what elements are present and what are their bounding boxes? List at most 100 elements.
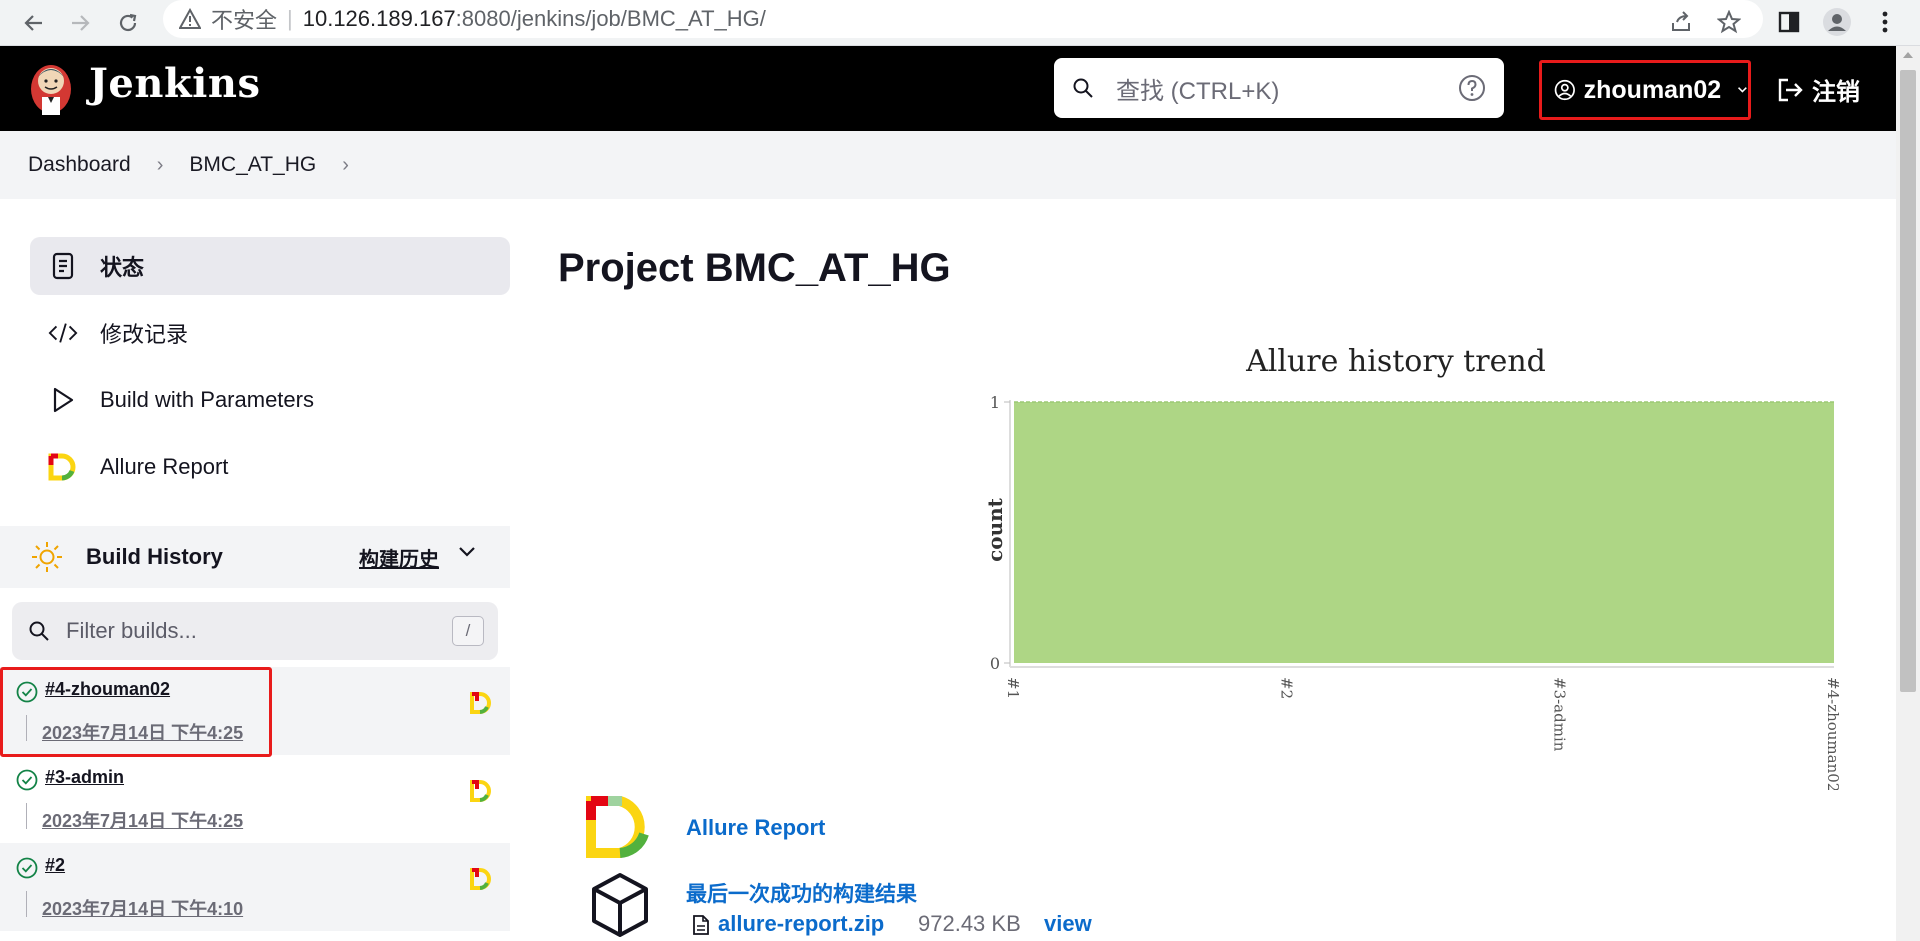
forward-arrow-icon [72, 15, 90, 31]
bookmark-button[interactable] [1712, 5, 1746, 39]
sidebar-item-changes[interactable]: 修改记录 [30, 304, 510, 362]
keyboard-shortcut-badge: / [452, 616, 484, 646]
share-button[interactable] [1664, 5, 1698, 39]
search-box[interactable]: 查找 (CTRL+K) [1054, 58, 1504, 118]
artifact-file-link[interactable]: allure-report.zip [718, 911, 884, 937]
breadcrumb-dashboard[interactable]: Dashboard [28, 153, 131, 177]
sidebar-item-label: Allure Report [100, 454, 229, 479]
build-number-link[interactable]: #2 [45, 855, 65, 876]
sidebar-item-build-with-parameters[interactable]: Build with Parameters [30, 371, 510, 429]
document-icon [48, 251, 78, 281]
chart-x-tick-label: #4-zhouman02 [1824, 677, 1842, 790]
build-row-divider [26, 891, 27, 917]
browser-toolbar: 不安全 | 10.126.189.167:8080/jenkins/job/BM… [0, 0, 1920, 46]
highlight-frame [0, 667, 272, 757]
reload-icon [119, 13, 137, 32]
breadcrumb-dropdown-icon[interactable]: › [342, 154, 349, 177]
chart-x-tick-label: #2 [1277, 677, 1295, 699]
user-menu[interactable]: zhouman02 [1539, 60, 1751, 120]
file-icon [693, 915, 709, 935]
address-bar[interactable]: 不安全 | 10.126.189.167:8080/jenkins/job/BM… [163, 0, 1763, 38]
build-date-link[interactable]: 2023年7月14日 下午4:10 [42, 895, 243, 921]
allure-icon[interactable] [470, 868, 492, 890]
breadcrumb-separator-icon: › [156, 153, 164, 176]
jenkins-title[interactable]: Jenkins [89, 60, 260, 107]
build-trend-link[interactable]: 构建历史 [359, 543, 439, 572]
last-successful-artifacts-link[interactable]: 最后一次成功的构建结果 [686, 878, 917, 908]
code-icon [48, 318, 78, 348]
help-icon[interactable] [1458, 74, 1486, 102]
sidebar-item-status[interactable]: 状态 [30, 237, 510, 295]
forward-button[interactable] [64, 7, 96, 39]
share-icon [1672, 11, 1690, 31]
build-row: #3-admin 2023年7月14日 下午4:25 [0, 755, 510, 843]
filter-builds-field[interactable]: Filter builds... / [12, 602, 498, 660]
build-row: #2 2023年7月14日 下午4:10 [0, 843, 510, 931]
success-check-icon [16, 857, 38, 879]
back-button[interactable] [18, 7, 50, 39]
logout-icon [1778, 78, 1803, 101]
allure-report-link[interactable]: Allure Report [686, 815, 825, 841]
url-separator: | [287, 6, 293, 31]
search-icon [29, 621, 49, 641]
browser-menu-button[interactable] [1868, 5, 1902, 39]
success-check-icon [16, 769, 38, 791]
sidebar-item-label: Build with Parameters [100, 387, 314, 412]
weather-sunny-icon [32, 542, 62, 572]
back-arrow-icon [24, 15, 42, 31]
sidebar: 状态 修改记录 Build with Parameters Allure Rep… [0, 199, 510, 941]
chevron-down-icon [1738, 87, 1748, 93]
build-row-divider [26, 803, 27, 829]
chart-title: Allure history trend [1245, 344, 1546, 379]
url-path: :8080/jenkins/job/BMC_AT_HG/ [455, 6, 766, 31]
sidebar-item-label: 修改记录 [100, 322, 189, 347]
package-icon [592, 873, 648, 937]
profile-avatar-icon [1823, 8, 1851, 36]
sidebar-item-allure-report[interactable]: Allure Report [30, 438, 510, 496]
allure-icon[interactable] [470, 692, 492, 714]
chart-x-tick-label: #3-admin [1551, 677, 1569, 752]
warning-icon [179, 8, 201, 29]
username-label: zhouman02 [1583, 75, 1722, 104]
reload-button[interactable] [112, 7, 144, 39]
breadcrumb-project[interactable]: BMC_AT_HG [189, 153, 316, 177]
logout-label: 注销 [1812, 79, 1860, 106]
url-host: 10.126.189.167 [302, 6, 456, 31]
chart-x-tick-label: #1 [1004, 677, 1022, 699]
filter-builds-input[interactable]: Filter builds... [66, 618, 452, 644]
kebab-menu-icon [1882, 11, 1888, 33]
jenkins-logo-icon[interactable] [28, 59, 74, 119]
artifact-size: 972.43 KB [918, 911, 1021, 936]
search-input[interactable]: 查找 (CTRL+K) [1116, 71, 1458, 106]
build-history-header: Build History 构建历史 [0, 526, 510, 588]
allure-logo-icon[interactable] [586, 796, 652, 858]
chart-plot-area: 0 1 #1 #2 #3-admin #4-zhouman02 [990, 393, 1842, 790]
play-icon [48, 385, 78, 415]
build-number-link[interactable]: #3-admin [45, 767, 124, 788]
allure-history-trend-chart[interactable]: Allure history trend count 0 1 #1 #2 #3-admi… [950, 330, 1850, 790]
star-icon [1717, 10, 1741, 34]
sidepanel-button[interactable] [1772, 5, 1806, 39]
search-icon [1073, 78, 1093, 98]
chart-y-tick-label: 0 [990, 654, 1000, 673]
build-date-link[interactable]: 2023年7月14日 下午4:25 [42, 807, 243, 833]
sidebar-item-label: 状态 [100, 255, 145, 280]
logout-button[interactable]: 注销 [1776, 72, 1860, 107]
chart-y-tick-label: 1 [990, 393, 1000, 412]
scrollbar-thumb[interactable] [1900, 70, 1916, 692]
user-icon [1554, 79, 1575, 101]
artifact-view-link[interactable]: view [1044, 911, 1092, 937]
allure-icon[interactable] [470, 780, 492, 802]
jenkins-header: Jenkins 查找 (CTRL+K) zhouman02 注销 [0, 46, 1896, 131]
page-scrollbar[interactable] [1896, 46, 1920, 941]
page-title: Project BMC_AT_HG [558, 246, 951, 290]
profile-button[interactable] [1820, 5, 1854, 39]
build-history-title: Build History [86, 544, 223, 569]
chevron-down-icon[interactable] [458, 546, 476, 558]
scroll-up-arrow-icon[interactable] [1903, 52, 1913, 58]
insecure-label: 不安全 [211, 8, 278, 33]
chart-y-axis-label: count [983, 497, 1007, 562]
sidepanel-icon [1778, 11, 1800, 33]
allure-icon [48, 452, 78, 482]
chart-series-area [1014, 402, 1834, 663]
